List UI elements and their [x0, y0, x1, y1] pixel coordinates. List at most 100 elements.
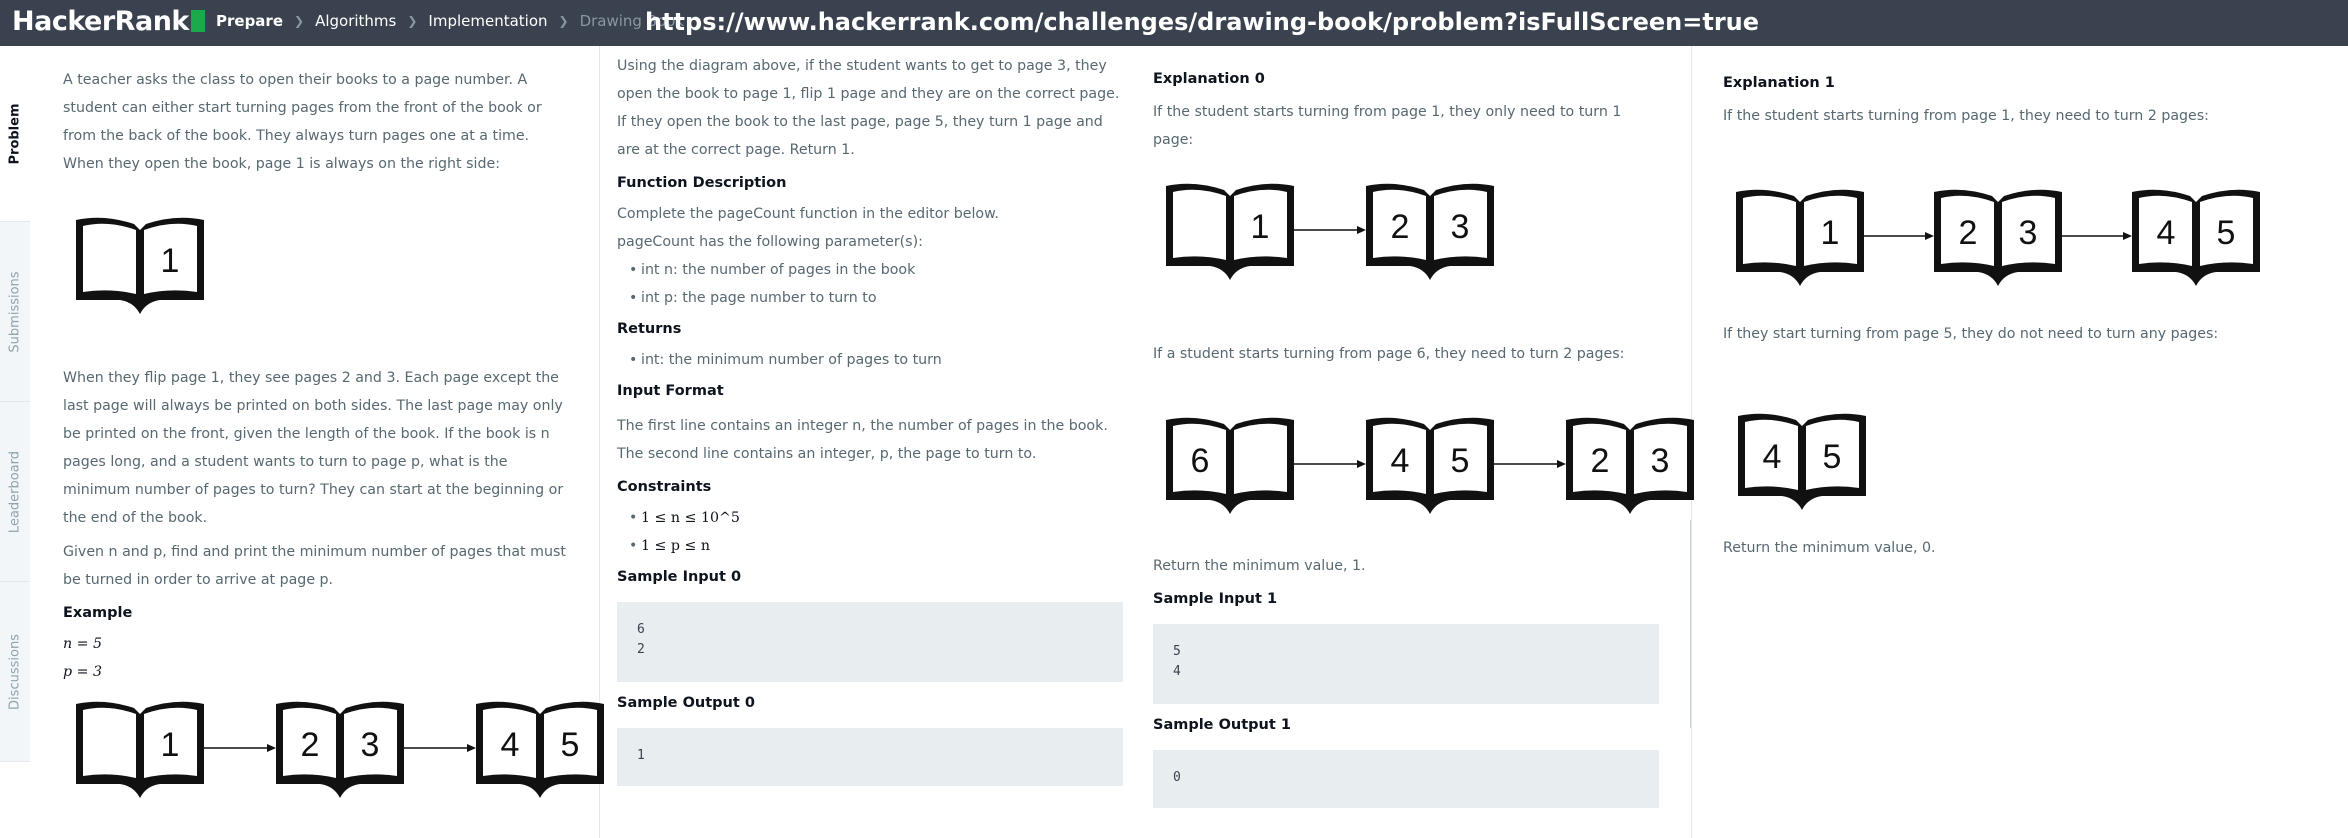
example-n: n = 5: [63, 636, 103, 652]
sample-input-0-heading: Sample Input 0: [617, 569, 742, 585]
list-item: int p: the page number to turn to: [629, 284, 1125, 312]
book-icon: 1: [76, 701, 204, 798]
chevron-right-icon: ❯: [294, 14, 305, 28]
explanation-0-line-2: If a student starts turning from page 6,…: [1153, 346, 1625, 362]
book-icon: 23: [1566, 417, 1694, 514]
constraint-item: 1 ≤ p ≤ n: [629, 532, 1125, 560]
book-diagram-col3-seq-a: 1 23: [1166, 183, 1494, 280]
function-description-heading: Function Description: [617, 175, 787, 191]
sample-output-1-heading: Sample Output 1: [1153, 717, 1291, 733]
page-number-right: 3: [1651, 442, 1670, 480]
page-number-right: 1: [1251, 208, 1270, 246]
url-overlay: https://www.hackerrank.com/challenges/dr…: [645, 8, 1760, 36]
chevron-right-icon: ❯: [558, 14, 569, 28]
constraint-item: 1 ≤ n ≤ 10^5: [629, 504, 1125, 532]
chevron-right-icon: ❯: [407, 14, 418, 28]
page-number-right: 1: [1821, 214, 1840, 252]
sample-output-0: 1: [617, 728, 1123, 786]
book-icon: 45: [476, 701, 604, 798]
arrow-right-icon: [2062, 232, 2132, 240]
arrow-right-icon: [1494, 460, 1566, 468]
book-icon: 45: [1738, 413, 1866, 510]
page-number-right: 3: [361, 726, 380, 764]
tab-discussions[interactable]: Discussions: [0, 582, 30, 762]
sample-input-1-heading: Sample Input 1: [1153, 591, 1278, 607]
constraints-heading: Constraints: [617, 479, 712, 495]
tab-submissions-label: Submissions: [7, 270, 23, 353]
constraints-list: 1 ≤ n ≤ 10^5 1 ≤ p ≤ n: [629, 504, 1125, 560]
breadcrumb-algorithms[interactable]: Algorithms: [315, 12, 396, 30]
diagram-paragraph: Using the diagram above, if the student …: [617, 58, 1120, 158]
hackerrank-logo[interactable]: HackerRank: [12, 6, 205, 37]
input-line-1: The first line contains an integer n, th…: [617, 418, 1108, 434]
params-line: pageCount has the following parameter(s)…: [617, 234, 923, 250]
tab-discussions-label: Discussions: [7, 633, 23, 710]
arrow-right-icon: [1294, 226, 1366, 234]
page-number-right: 1: [161, 726, 180, 764]
page-number-right: 1: [161, 242, 180, 280]
given-paragraph: Given n and p, find and print the minimu…: [63, 544, 566, 588]
explanation-1-line-3: Return the minimum value, 0.: [1723, 540, 1936, 556]
returns-list: int: the minimum number of pages to turn: [629, 346, 1125, 374]
page-number-left: 2: [301, 726, 320, 764]
book-diagram-col1-sequence: 12345: [76, 701, 604, 798]
book-icon: 23: [1366, 183, 1494, 280]
page-number-left: 2: [1391, 208, 1410, 246]
explanation-0-line-1: If the student starts turning from page …: [1153, 104, 1622, 148]
page-number-left: 4: [2157, 214, 2176, 252]
book-diagram-col3-seq-b: 64523: [1166, 417, 1694, 514]
page-number-right: 5: [561, 726, 580, 764]
book-icon: 23: [276, 701, 404, 798]
page-number-right: 5: [1823, 438, 1842, 476]
book-diagram-col4-seq-a: 12345: [1736, 189, 2260, 286]
explanation-1-heading: Explanation 1: [1723, 75, 1835, 91]
explanation-1-line-1: If the student starts turning from page …: [1723, 108, 2209, 124]
page-number-right: 3: [2019, 214, 2038, 252]
flip-paragraph: When they flip page 1, they see pages 2 …: [63, 370, 564, 526]
page-number-left: 4: [501, 726, 520, 764]
page-number-right: 5: [1451, 442, 1470, 480]
input-line-2: The second line contains an integer, p, …: [617, 446, 1037, 462]
page-number-left: 2: [1959, 214, 1978, 252]
arrow-right-icon: [404, 744, 476, 752]
sample-input-1: 5 4: [1153, 624, 1659, 704]
book-icon: 23: [1934, 189, 2062, 286]
list-item: int n: the number of pages in the book: [629, 256, 1125, 284]
input-format-heading: Input Format: [617, 383, 724, 399]
page-number-left: 4: [1391, 442, 1410, 480]
tab-submissions[interactable]: Submissions: [0, 222, 30, 402]
explanation-1-line-2: If they start turning from page 5, they …: [1723, 326, 2219, 342]
book-diagram-col1-single: 1: [76, 217, 204, 314]
example-heading: Example: [63, 605, 133, 621]
book-icon: 1: [1736, 189, 1864, 286]
page-number-left: 6: [1191, 442, 1210, 480]
book-icon: 6: [1166, 417, 1294, 514]
intro-paragraph: A teacher asks the class to open their b…: [63, 72, 542, 172]
breadcrumb: Prepare ❯ Algorithms ❯ Implementation ❯ …: [216, 12, 684, 30]
page-number-right: 5: [2217, 214, 2236, 252]
returns-heading: Returns: [617, 321, 682, 337]
arrow-right-icon: [204, 744, 276, 752]
tab-leaderboard-label: Leaderboard: [7, 450, 23, 533]
tab-leaderboard[interactable]: Leaderboard: [0, 402, 30, 582]
breadcrumb-implementation[interactable]: Implementation: [428, 12, 547, 30]
arrow-right-icon: [1294, 460, 1366, 468]
book-icon: 45: [2132, 189, 2260, 286]
sidebar-tabs: Problem Submissions Leaderboard Discussi…: [0, 46, 30, 838]
breadcrumb-prepare[interactable]: Prepare: [216, 12, 283, 30]
arrow-right-icon: [1864, 232, 1934, 240]
params-list: int n: the number of pages in the book i…: [629, 256, 1125, 312]
explanation-0-line-3: Return the minimum value, 1.: [1153, 558, 1366, 574]
list-item: int: the minimum number of pages to turn: [629, 346, 1125, 374]
example-p: p = 3: [63, 664, 103, 680]
problem-column-2: Using the diagram above, if the student …: [617, 46, 1125, 838]
tab-problem[interactable]: Problem: [0, 46, 30, 222]
explanation-0-heading: Explanation 0: [1153, 71, 1265, 87]
book-icon: 1: [1166, 183, 1294, 280]
sample-input-0: 6 2: [617, 602, 1123, 682]
book-icon: 45: [1366, 417, 1494, 514]
tab-problem-label: Problem: [7, 103, 23, 164]
function-line: Complete the pageCount function in the e…: [617, 206, 999, 222]
sample-output-0-heading: Sample Output 0: [617, 695, 755, 711]
sample-output-1: 0: [1153, 750, 1659, 808]
